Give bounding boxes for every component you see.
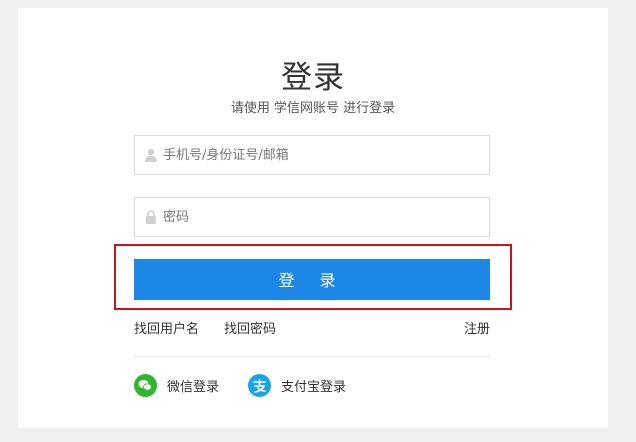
password-field[interactable] [134, 197, 490, 237]
page-title: 登录 [281, 60, 345, 96]
login-button[interactable]: 登 录 [134, 259, 490, 300]
divider [134, 356, 490, 357]
login-card: 登录 请使用 学信网账号 进行登录 登 录 找回用户名 找回密码 注册 微信登录 [18, 8, 608, 428]
wechat-icon [134, 373, 157, 397]
find-username-link[interactable]: 找回用户名 [134, 318, 199, 337]
password-input[interactable] [163, 198, 483, 236]
find-password-link[interactable]: 找回密码 [224, 318, 276, 337]
wechat-login-label: 微信登录 [167, 379, 220, 395]
user-icon [145, 148, 157, 162]
alipay-login-label: 支付宝登录 [281, 379, 347, 395]
username-field[interactable] [134, 135, 490, 175]
register-link[interactable]: 注册 [464, 318, 490, 337]
lock-icon [146, 210, 156, 224]
alipay-login-button[interactable]: 支付宝登录 [248, 373, 346, 397]
wechat-login-button[interactable]: 微信登录 [134, 373, 219, 397]
username-input[interactable] [163, 136, 483, 174]
alipay-icon [248, 373, 271, 397]
login-subtitle: 请使用 学信网账号 进行登录 [230, 101, 396, 116]
